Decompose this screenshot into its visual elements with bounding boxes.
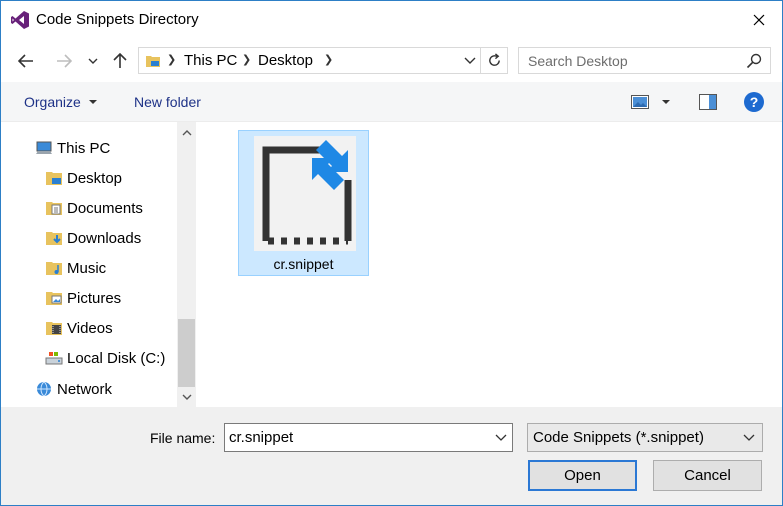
chevron-down-icon <box>743 434 755 441</box>
pictures-folder-icon <box>46 292 62 305</box>
nav-item-label: Network <box>57 380 113 398</box>
organize-button[interactable]: Organize <box>24 94 81 110</box>
nav-item-label: Downloads <box>67 229 142 247</box>
breadcrumb-chevron-icon[interactable]: ❯ <box>242 53 251 66</box>
forward-arrow-icon <box>57 54 72 68</box>
up-button[interactable] <box>109 51 131 71</box>
videos-folder-icon <box>46 322 62 335</box>
nav-pane-scrollbar[interactable] <box>177 122 196 407</box>
scrollbar-thumb[interactable] <box>178 319 195 387</box>
music-folder-icon <box>46 262 62 275</box>
help-icon[interactable]: ? <box>744 92 764 112</box>
nav-item-pictures[interactable]: Pictures <box>45 286 121 310</box>
refresh-icon <box>488 53 500 66</box>
address-dropdown-icon[interactable] <box>463 55 477 67</box>
chevron-down-icon <box>182 394 191 400</box>
back-button[interactable] <box>15 51 37 71</box>
breadcrumb-desktop[interactable]: Desktop <box>258 52 313 69</box>
refresh-button[interactable] <box>481 47 508 74</box>
change-view-icon[interactable] <box>631 95 649 109</box>
view-options-dropdown-icon[interactable] <box>662 100 670 104</box>
recent-locations-button[interactable] <box>85 51 101 71</box>
snippet-file-icon <box>254 136 356 251</box>
file-name-field[interactable]: cr.snippet <box>224 423 513 452</box>
new-folder-button[interactable]: New folder <box>134 94 201 110</box>
chevron-down-icon[interactable] <box>495 433 507 443</box>
forward-button[interactable] <box>53 51 75 71</box>
file-item[interactable]: cr.snippet <box>238 130 369 276</box>
nav-item-videos[interactable]: Videos <box>45 316 113 340</box>
cancel-button[interactable]: Cancel <box>653 460 762 491</box>
downloads-folder-icon <box>46 232 62 245</box>
close-icon <box>753 14 765 26</box>
up-arrow-icon <box>113 53 127 68</box>
network-icon <box>37 381 51 397</box>
nav-item-label: Desktop <box>67 169 123 187</box>
file-name: cr.snippet <box>273 256 334 272</box>
desktop-folder-icon <box>146 56 160 67</box>
window-title: Code Snippets Directory <box>36 11 199 28</box>
navigation-pane: This PC Desktop Documents Downloads Musi… <box>1 122 197 407</box>
local-disk-icon <box>45 352 63 365</box>
nav-item-desktop[interactable]: Desktop <box>45 166 122 190</box>
scroll-up-button[interactable] <box>177 124 196 140</box>
dialog-footer: File name: cr.snippet Code Snippets (*.s… <box>1 407 782 505</box>
title-bar: Code Snippets Directory <box>1 1 782 39</box>
nav-item-label: Music <box>67 259 107 277</box>
address-bar[interactable]: ❯ This PC ❯ Desktop ❯ <box>138 47 481 74</box>
file-type-value: Code Snippets (*.snippet) <box>533 429 704 446</box>
file-name-value: cr.snippet <box>229 429 294 446</box>
nav-item-this-pc[interactable]: This PC <box>35 136 110 160</box>
navigation-bar: ❯ This PC ❯ Desktop ❯ Search Desktop <box>1 39 782 82</box>
nav-item-documents[interactable]: Documents <box>45 196 143 220</box>
chevron-down-icon <box>88 58 98 64</box>
back-arrow-icon <box>18 54 33 68</box>
organize-dropdown-icon[interactable] <box>89 100 97 104</box>
command-bar: Organize New folder ? <box>1 82 782 122</box>
close-button[interactable] <box>736 1 782 39</box>
search-placeholder: Search Desktop <box>528 53 628 69</box>
open-button[interactable]: Open <box>528 460 637 491</box>
breadcrumb-chevron-icon: ❯ <box>167 54 177 66</box>
nav-item-label: Videos <box>67 319 113 337</box>
search-input[interactable]: Search Desktop <box>518 47 771 74</box>
nav-item-label: This PC <box>57 139 111 157</box>
chevron-up-icon <box>182 129 191 135</box>
desktop-folder-icon <box>46 172 62 185</box>
computer-icon <box>36 141 52 154</box>
nav-item-label: Local Disk (C:) <box>67 349 166 367</box>
visual-studio-icon <box>11 11 29 29</box>
nav-item-local-disk[interactable]: Local Disk (C:) <box>45 346 165 370</box>
file-name-label: File name: <box>150 430 216 446</box>
scroll-down-button[interactable] <box>177 389 196 405</box>
file-dialog-window: Code Snippets Directory ❯ This PC ❯ Desk… <box>0 0 783 506</box>
nav-item-label: Documents <box>67 199 143 217</box>
nav-item-music[interactable]: Music <box>45 256 106 280</box>
nav-item-network[interactable]: Network <box>35 377 112 401</box>
breadcrumb-chevron-icon[interactable]: ❯ <box>324 53 333 66</box>
nav-item-downloads[interactable]: Downloads <box>45 226 141 250</box>
search-icon[interactable] <box>746 53 762 69</box>
preview-pane-icon[interactable] <box>699 94 717 110</box>
file-list: cr.snippet <box>197 122 782 407</box>
help-icon-label: ? <box>749 94 759 110</box>
documents-folder-icon <box>46 202 62 215</box>
breadcrumb-this-pc[interactable]: This PC <box>184 52 237 69</box>
nav-item-label: Pictures <box>67 289 122 307</box>
file-type-select[interactable]: Code Snippets (*.snippet) <box>527 423 763 452</box>
